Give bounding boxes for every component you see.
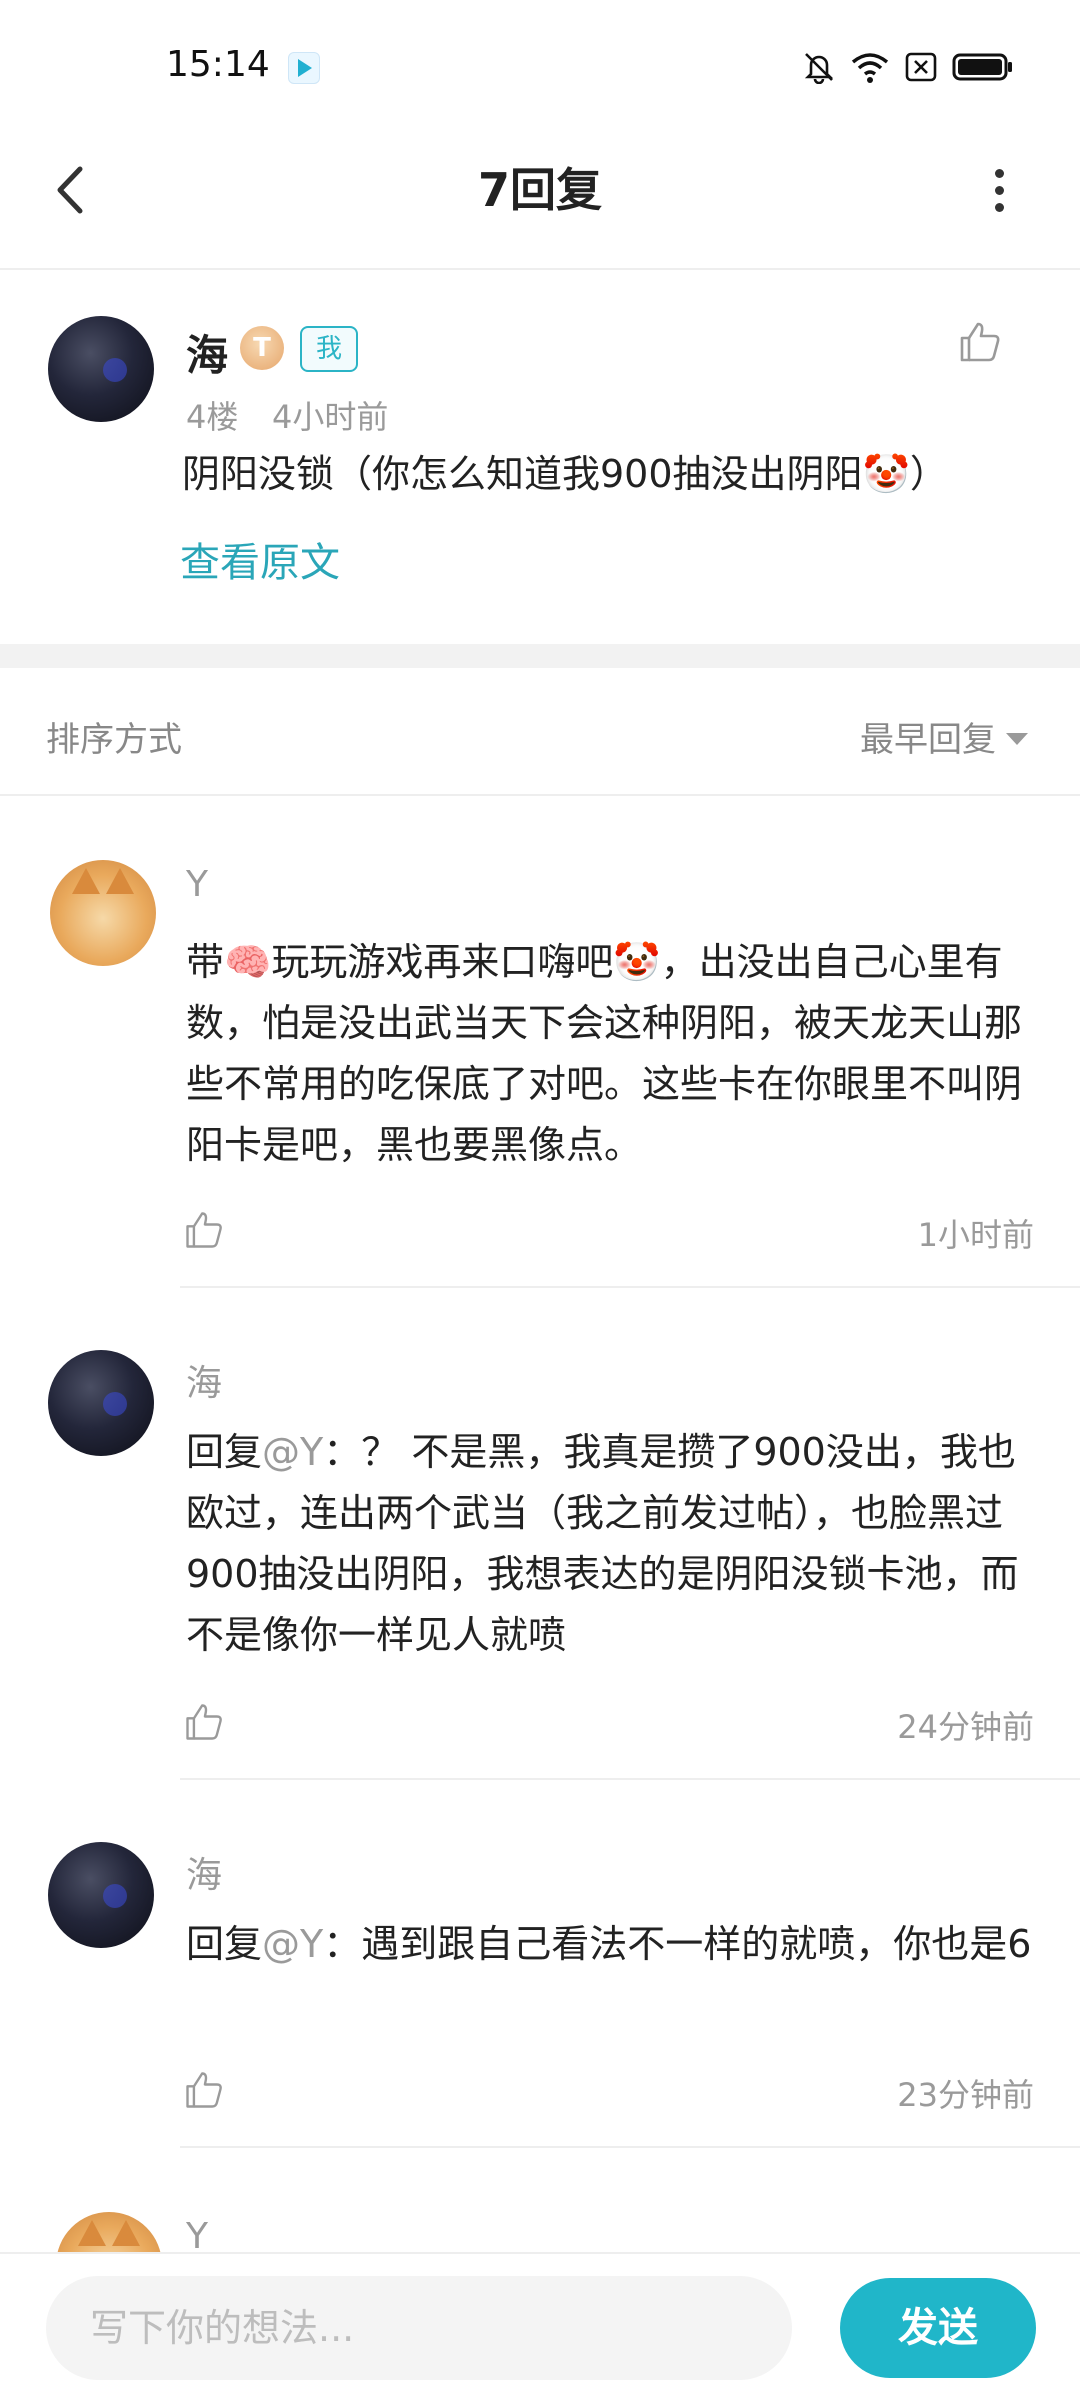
bell-off-icon: [804, 53, 834, 84]
avatar: [48, 1842, 154, 1948]
post-time: 4小时前: [272, 398, 389, 436]
sort-dropdown[interactable]: 最早回复: [860, 712, 1028, 761]
avatar: [48, 1350, 154, 1456]
app-notification-icon: [288, 52, 320, 84]
header-divider: [0, 268, 1080, 270]
reply-author[interactable]: 海: [186, 1354, 222, 1406]
reply-time: 1小时前: [917, 1216, 1034, 1254]
op-avatar[interactable]: [48, 316, 154, 422]
sort-divider: [0, 794, 1080, 796]
author-name[interactable]: 海: [186, 322, 228, 383]
wifi-icon: [851, 53, 889, 83]
send-button[interactable]: 发送: [840, 2278, 1036, 2378]
reply-divider: [180, 2146, 1080, 2148]
reply-time: 24分钟前: [897, 1708, 1034, 1746]
sim-off-icon: [905, 52, 937, 82]
reply-avatar[interactable]: [50, 860, 156, 966]
sort-selected-value: 最早回复: [860, 720, 996, 760]
floor-number: 4楼: [186, 398, 239, 436]
reply-prefix: 回复: [186, 1430, 263, 1474]
more-vertical-icon[interactable]: [972, 160, 1026, 220]
thumbs-up-icon[interactable]: [182, 2068, 226, 2112]
mention-link[interactable]: @Y: [262, 1922, 323, 1966]
reply-avatar[interactable]: [48, 1350, 154, 1456]
reply-body: ：遇到跟自己看法不一样的就喷，你也是6: [323, 1922, 1032, 1966]
reply-author[interactable]: Y: [186, 2216, 208, 2257]
mention-link[interactable]: @Y: [262, 1430, 323, 1474]
battery-icon: [952, 53, 1012, 81]
reply-time: 23分钟前: [897, 2076, 1034, 2114]
thumbs-up-icon[interactable]: [182, 1700, 226, 1744]
thumbs-up-icon[interactable]: [956, 318, 1004, 366]
me-badge: 我: [300, 326, 359, 372]
reply-divider: [180, 1286, 1080, 1288]
reply-prefix: 回复: [186, 1922, 263, 1966]
reply-author[interactable]: Y: [186, 864, 208, 905]
status-time: 15:14: [166, 44, 270, 85]
comment-text: 阴阳没锁（你怎么知道我900抽没出阴阳🤡）: [182, 452, 948, 496]
section-separator: [0, 644, 1080, 668]
reply-text: 回复@Y：遇到跟自己看法不一样的就喷，你也是6: [186, 1914, 1046, 1975]
reply-text: 带🧠玩玩游戏再来口嗨吧🤡，出没出自己心里有数，怕是没出武当天下会这种阴阳，被天龙…: [186, 940, 1023, 1167]
level-badge: T: [240, 326, 284, 370]
reply-divider: [180, 1778, 1080, 1780]
avatar: [48, 316, 154, 422]
comment-input[interactable]: [46, 2276, 792, 2380]
reply-avatar[interactable]: [48, 1842, 154, 1948]
reply-author[interactable]: 海: [186, 1846, 222, 1898]
avatar: [50, 860, 156, 966]
thumbs-up-icon[interactable]: [182, 1208, 226, 1252]
page-title: 7回复: [477, 163, 602, 217]
sort-label: 排序方式: [46, 720, 182, 760]
view-original-link[interactable]: 查看原文: [180, 530, 340, 588]
reply-text: 回复@Y：？ 不是黑，我真是攒了900没出，我也欧过，连出两个武当（我之前发过帖…: [186, 1422, 1046, 1666]
caret-down-icon: [1006, 732, 1028, 745]
